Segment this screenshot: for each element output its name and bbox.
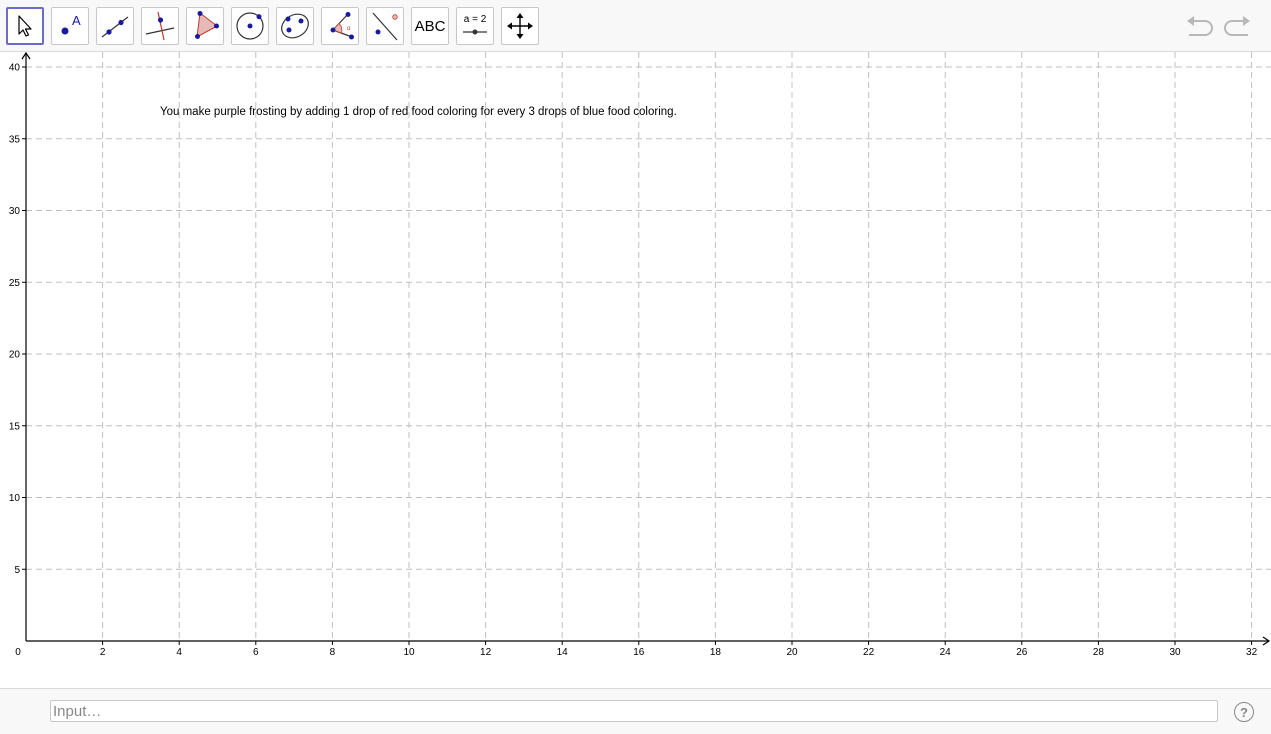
circle-tool[interactable] xyxy=(231,7,269,45)
help-button[interactable]: ? xyxy=(1234,702,1254,722)
y-tick-label: 20 xyxy=(9,350,21,361)
x-tick-label: 14 xyxy=(557,647,569,658)
x-tick-label: 26 xyxy=(1016,647,1028,658)
perpendicular-tool[interactable] xyxy=(141,7,179,45)
undo-button[interactable] xyxy=(1184,12,1216,40)
input-bar: ? xyxy=(0,688,1271,734)
x-tick-label: 8 xyxy=(330,647,336,658)
point-icon: A xyxy=(61,13,81,35)
frosting-text[interactable]: You make purple frosting by adding 1 dro… xyxy=(160,106,677,118)
move-tool[interactable] xyxy=(6,7,44,45)
x-tick-label: 24 xyxy=(940,647,952,658)
x-tick-label: 10 xyxy=(403,647,415,658)
move-graphics-tool[interactable] xyxy=(501,7,539,45)
x-tick-label: 20 xyxy=(786,647,798,658)
ellipse-tool[interactable] xyxy=(276,7,314,45)
perpendicular-line-icon xyxy=(145,11,175,41)
circle-icon xyxy=(236,12,264,40)
angle-icon: α xyxy=(330,12,354,40)
slider-tool[interactable]: a = 2 xyxy=(456,7,494,45)
y-tick-label: 15 xyxy=(9,421,21,432)
x-tick-label: 22 xyxy=(863,647,875,658)
x-tick-label: 28 xyxy=(1093,647,1105,658)
x-tick-label: 2 xyxy=(100,647,106,658)
y-tick-label: 5 xyxy=(14,565,20,576)
reflect-icon xyxy=(372,12,398,41)
text-tool[interactable]: ABC xyxy=(411,7,449,45)
x-tick-label: 18 xyxy=(710,647,722,658)
point-tool-label: A xyxy=(72,13,81,28)
undo-icon xyxy=(1187,16,1213,36)
x-tick-label: 30 xyxy=(1169,647,1181,658)
toolbar: A α ABC a = 2 xyxy=(0,0,1271,52)
x-tick-label: 4 xyxy=(176,647,182,658)
redo-icon xyxy=(1224,16,1250,36)
move-graphics-icon xyxy=(507,13,533,39)
line-tool[interactable] xyxy=(96,7,134,45)
polygon-icon xyxy=(195,11,219,39)
redo-button[interactable] xyxy=(1221,12,1253,40)
point-tool[interactable]: A xyxy=(51,7,89,45)
x-tick-label: 6 xyxy=(253,647,259,658)
x-tick-label: 16 xyxy=(633,647,645,658)
svg-text:α: α xyxy=(347,26,351,32)
angle-tool[interactable]: α xyxy=(321,7,359,45)
y-tick-label: 35 xyxy=(9,134,21,145)
graphics-view[interactable]: 2 4 6 8 10 12 14 16 18 20 22 24 26 28 30 32 5 10 15 20 25 30 3… xyxy=(0,52,1271,688)
origin-label: 0 xyxy=(15,647,21,658)
coordinate-grid: 2 4 6 8 10 12 14 16 18 20 22 24 26 28 30 32510152025303… xyxy=(9,52,1271,658)
text-icon: ABC xyxy=(414,17,446,35)
x-tick-label: 32 xyxy=(1246,647,1258,658)
y-tick-label: 10 xyxy=(9,493,21,504)
reflect-tool[interactable] xyxy=(366,7,404,45)
x-tick-label: 12 xyxy=(480,647,492,658)
y-tick-label: 40 xyxy=(9,63,21,74)
geogebra-app: A α ABC a = 2 2 4 6 8 10 12 14 16 18 20 … xyxy=(0,0,1271,734)
y-tick-label: 30 xyxy=(9,206,21,217)
line-icon xyxy=(101,16,129,38)
cursor-arrow-icon xyxy=(18,15,32,37)
slider-tool-label: a = 2 xyxy=(464,14,487,25)
slider-icon: a = 2 xyxy=(463,14,487,35)
polygon-tool[interactable] xyxy=(186,7,224,45)
y-tick-label: 25 xyxy=(9,278,21,289)
algebra-input[interactable] xyxy=(50,700,1218,722)
ellipse-icon xyxy=(281,13,309,39)
